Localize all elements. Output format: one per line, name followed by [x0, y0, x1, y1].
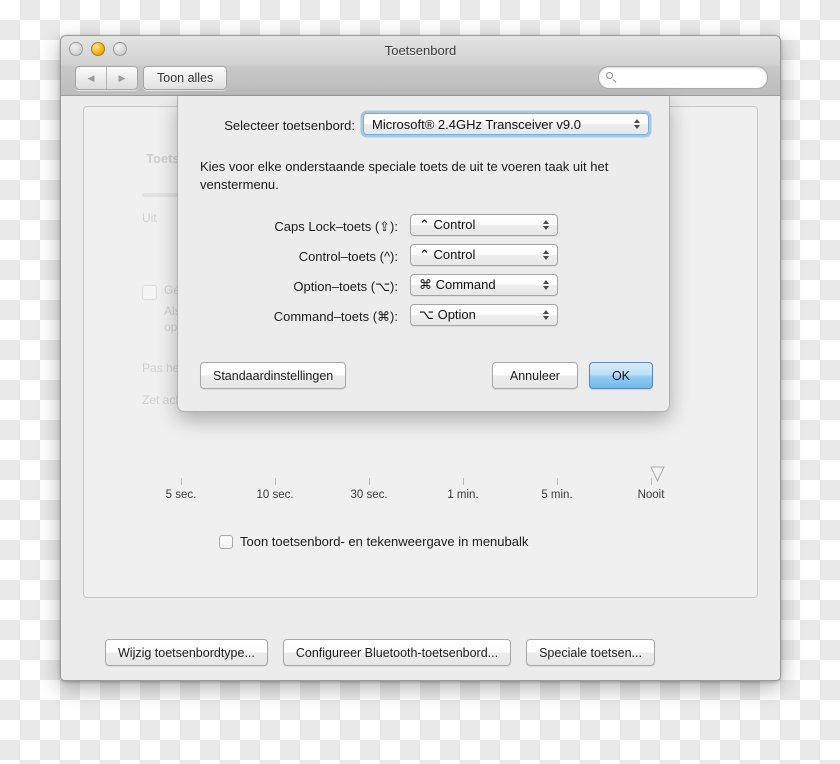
chevron-updown-icon [538, 310, 554, 320]
ok-button[interactable]: OK [588, 362, 653, 389]
modifier-keys-sheet: Selecteer toetsenbord: Microsoft® 2.4GHz… [177, 96, 670, 412]
select-keyboard-value: Microsoft® 2.4GHz Transceiver v9.0 [372, 116, 581, 132]
slider-tick-label: 30 sec. [350, 489, 388, 501]
bg-label-off: Uit [142, 211, 157, 225]
search-field[interactable] [598, 66, 769, 89]
sheet-description: Kies voor elke onderstaande speciale toe… [200, 159, 609, 193]
backlight-timeout-slider[interactable]: 5 sec. 10 sec. 30 sec. 1 min. 5 min. Noo… [166, 466, 665, 518]
system-preferences-window: Toetsenbord ◀ ▶ Toon alles Toetsenbord R… [60, 35, 781, 681]
bg-fkeys-checkbox[interactable] [142, 285, 157, 300]
chevron-updown-icon [538, 250, 554, 260]
slider-tick [275, 478, 276, 485]
slider-tick [181, 478, 182, 485]
select-keyboard-label: Selecteer toetsenbord: [224, 118, 355, 133]
caps-lock-popup[interactable]: ⌃ Control [410, 214, 558, 236]
control-key-value: ⌃ Control [419, 247, 476, 262]
show-keyboard-viewer-label: Toon toetsenbord- en tekenweergave in me… [240, 534, 529, 549]
command-key-value: ⌥ Option [419, 307, 476, 322]
chevron-updown-icon [538, 220, 554, 230]
control-key-label: Control–toets (^): [298, 249, 398, 264]
option-key-popup[interactable]: ⌘ Command [410, 274, 558, 296]
change-keyboard-type-button[interactable]: Wijzig toetsenbordtype... [105, 639, 268, 666]
restore-defaults-button[interactable]: Standaardinstellingen [200, 362, 347, 389]
option-key-value: ⌘ Command [419, 277, 496, 292]
slider-tick [557, 478, 558, 485]
setup-bluetooth-keyboard-button[interactable]: Configureer Bluetooth-toetsenbord... [282, 639, 512, 666]
slider-tick-label: 1 min. [447, 489, 479, 501]
preference-pane-content: Toetsenbord Repeteervertraging Uit Snel … [61, 96, 780, 680]
slider-tick-label: 10 sec. [256, 489, 294, 501]
window-title: Toetsenbord [384, 43, 457, 58]
chevron-updown-icon [538, 280, 554, 290]
select-keyboard-popup[interactable]: Microsoft® 2.4GHz Transceiver v9.0 [363, 113, 649, 135]
slider-tick-label: 5 min. [541, 489, 573, 501]
show-keyboard-viewer-checkbox[interactable] [219, 534, 233, 549]
window-titlebar: Toetsenbord ◀ ▶ Toon alles [61, 36, 780, 96]
command-key-popup[interactable]: ⌥ Option [410, 304, 558, 326]
slider-thumb[interactable] [650, 466, 665, 483]
back-icon[interactable]: ◀ [76, 67, 106, 89]
bottom-button-row: Wijzig toetsenbordtype... Configureer Bl… [105, 639, 655, 666]
slider-tick [369, 478, 370, 485]
forward-icon[interactable]: ▶ [106, 67, 137, 89]
nav-segmented-control[interactable]: ◀ ▶ [75, 66, 138, 90]
search-input[interactable] [610, 69, 769, 86]
show-all-button[interactable]: Toon alles [143, 66, 228, 90]
chevron-updown-icon [629, 119, 645, 129]
cancel-button[interactable]: Annuleer [491, 362, 578, 389]
control-key-popup[interactable]: ⌃ Control [410, 244, 558, 266]
slider-tick [463, 478, 464, 485]
slider-tick-label: Nooit [637, 489, 665, 501]
toolbar: ◀ ▶ Toon alles [61, 64, 780, 94]
caps-lock-value: ⌃ Control [419, 217, 476, 232]
option-key-label: Option–toets (⌥): [293, 279, 398, 294]
command-key-label: Command–toets (⌘): [273, 309, 398, 324]
show-keyboard-viewer-row[interactable]: Toon toetsenbord- en tekenweergave in me… [219, 534, 528, 549]
slider-tick-label: 5 sec. [165, 489, 197, 501]
caps-lock-label: Caps Lock–toets (⇪): [274, 219, 398, 234]
modifier-keys-button[interactable]: Speciale toetsen... [526, 639, 655, 666]
